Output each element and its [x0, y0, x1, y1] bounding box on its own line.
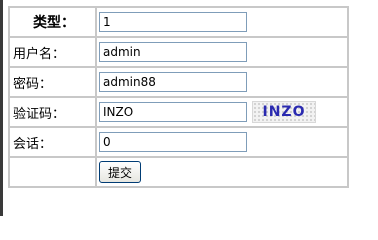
- username-input[interactable]: [99, 42, 247, 62]
- captcha-input[interactable]: [99, 102, 247, 122]
- form-row-submit: 提交: [9, 157, 348, 187]
- form-row-password: 密码：: [9, 67, 348, 97]
- type-input[interactable]: [99, 12, 247, 32]
- window-edge: [0, 0, 3, 216]
- captcha-image[interactable]: INZO: [252, 101, 316, 123]
- form-row-captcha: 验证码： INZO: [9, 97, 348, 127]
- form-row-session: 会话：: [9, 127, 348, 157]
- password-label: 密码：: [13, 76, 53, 92]
- password-input[interactable]: [99, 72, 247, 92]
- login-form: 类型： 用户名： 密码： 验证码： INZO: [8, 6, 349, 188]
- username-label: 用户名：: [13, 46, 66, 62]
- captcha-group: INZO: [99, 101, 347, 123]
- submit-button[interactable]: 提交: [99, 161, 142, 183]
- form-row-type: 类型：: [9, 7, 348, 37]
- type-label: 类型：: [33, 15, 75, 31]
- captcha-image-text: INZO: [262, 104, 306, 120]
- session-input[interactable]: [99, 132, 247, 152]
- form-row-username: 用户名：: [9, 37, 348, 67]
- session-label: 会话：: [13, 136, 53, 152]
- captcha-label: 验证码：: [13, 106, 66, 122]
